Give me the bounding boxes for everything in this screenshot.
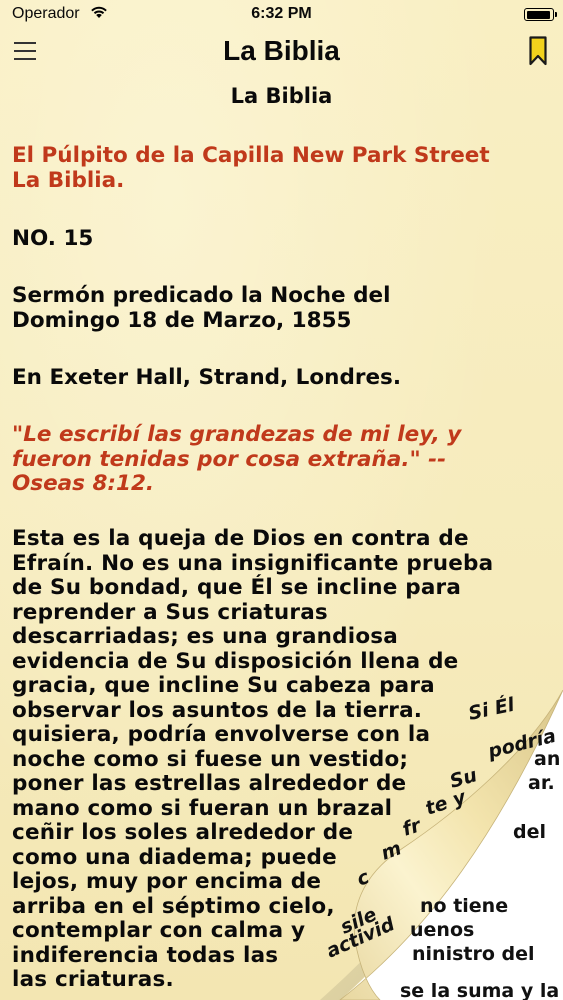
article-content: La Biblia: [0, 84, 563, 114]
scripture-verse: "Le escribí las grandezas de mi ley, y f…: [12, 422, 462, 496]
status-bar: Operador 6:32 PM: [0, 0, 563, 30]
sermon-body: Esta es la queja de Dios en contra de Ef…: [12, 526, 494, 992]
sermon-number: NO. 15: [12, 226, 94, 251]
sermon-preached-info: Sermón predicado la Noche del Domingo 18…: [12, 283, 391, 333]
battery-icon: [524, 8, 557, 21]
battery-level: [526, 10, 550, 19]
article-subtitle: La Biblia: [230, 84, 333, 108]
article-header: El Púlpito de la Capilla New Park Street…: [12, 143, 490, 193]
navigation-bar: La Biblia: [0, 30, 563, 74]
bookmark-icon[interactable]: [529, 36, 547, 66]
sermon-location: En Exeter Hall, Strand, Londres.: [12, 365, 401, 390]
nav-title: La Biblia: [223, 35, 340, 66]
status-time: 6:32 PM: [251, 5, 312, 22]
